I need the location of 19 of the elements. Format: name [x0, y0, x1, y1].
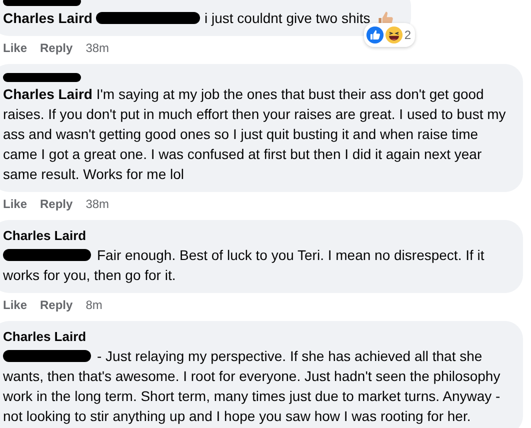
comment-text: - Just relaying my perspective. If she has achieved all that she wants, then that's awesome. I root for everyone. Just hadn't seen the philosophy work in the long term. Short term, many times just due to market turns. Anyway - not looking to stir anything up and I hope you saw how I was rooting for her. [3, 347, 502, 426]
laughing-face-icon [385, 26, 404, 44]
comment-time[interactable]: 38m [86, 197, 110, 211]
comment-action-link[interactable]: Reply [40, 41, 73, 55]
comment-time[interactable]: 8m [86, 298, 102, 312]
comment-action-link[interactable]: Like [3, 298, 28, 312]
comment-time[interactable]: 38m [86, 41, 110, 55]
comment-action-link[interactable]: Reply [40, 197, 73, 211]
author-name[interactable]: Charles Laird [3, 227, 86, 245]
comment-action-link[interactable]: Reply [40, 298, 73, 312]
author-name[interactable]: Charles Laird [3, 328, 86, 346]
reaction-badge[interactable]: 2 [364, 23, 415, 47]
author-name[interactable]: Charles Laird [3, 8, 92, 28]
like-reaction-icon [366, 26, 384, 44]
reaction-count: 2 [404, 27, 411, 44]
comment-action-link[interactable]: Like [3, 41, 28, 55]
comment-action-link[interactable]: Like [3, 197, 28, 211]
comment-text: Charles Laird I'm saying at my job the ones that bust their ass don't get good raises. If you don't put in much effort then your raises are great. I used to bust my ass and wasn't getting good ones so I just quit busting it and when raise time came I got a great one. I was confused at first but then I did it again next year same result. Works for me lol [3, 85, 507, 184]
comment-text: Fair enough. Best of luck to you Teri. I mean no disrespect. If it works for you, then go for it. [3, 246, 486, 285]
